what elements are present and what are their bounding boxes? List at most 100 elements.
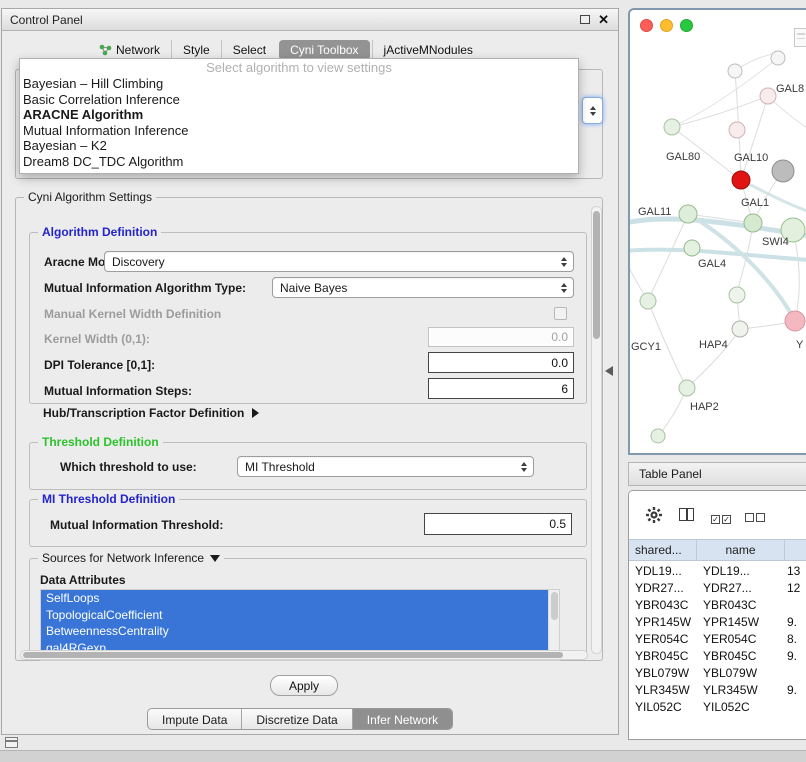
cell[interactable]: YBR045C — [697, 648, 785, 665]
cell[interactable]: YIL052C — [629, 699, 697, 716]
float-window-icon[interactable] — [580, 15, 590, 24]
cell[interactable]: YER054C — [629, 631, 697, 648]
settings-horizontal-scrollbar-thumb[interactable] — [23, 652, 563, 658]
node-hap2[interactable] — [679, 380, 695, 396]
cell[interactable]: 13 — [785, 563, 806, 580]
settings-vertical-scrollbar-thumb[interactable] — [593, 211, 600, 339]
attr-item-selfloops[interactable]: SelfLoops — [41, 590, 548, 607]
cell[interactable]: YDL19... — [629, 563, 697, 580]
tab-jactivemnodules[interactable]: jActiveMNodules — [372, 40, 484, 60]
cell[interactable] — [785, 699, 806, 716]
popup-item-bayesian-hill[interactable]: Bayesian – Hill Climbing — [20, 76, 578, 92]
mi-steps-input[interactable] — [428, 378, 574, 399]
cell[interactable]: 9. — [785, 682, 806, 699]
node[interactable] — [651, 429, 665, 443]
cell[interactable]: YPR145W — [629, 614, 697, 631]
attr-list-scrollbar-thumb[interactable] — [551, 592, 558, 620]
tab-style-label: Style — [183, 43, 210, 57]
manual-kernel-checkbox — [554, 307, 567, 320]
node-gal11[interactable] — [679, 205, 697, 223]
node[interactable] — [771, 51, 785, 65]
label-gcy1: GCY1 — [631, 341, 661, 353]
popup-item-aracne[interactable]: ARACNE Algorithm — [20, 107, 578, 123]
table-row[interactable]: YDL19... YDL19... 13 — [629, 563, 806, 580]
node-gal10-gray[interactable] — [772, 160, 794, 182]
collapse-down-icon[interactable] — [210, 555, 220, 562]
tab-network[interactable]: Network — [88, 40, 171, 60]
table-row[interactable]: YER054C YER054C 8. — [629, 631, 806, 648]
select-all-checkboxes-icon[interactable]: ✓✓ — [711, 511, 733, 525]
mi-type-combobox[interactable]: Naive Bayes — [272, 277, 574, 298]
node-red[interactable] — [732, 171, 750, 189]
cell[interactable]: YER054C — [697, 631, 785, 648]
popup-item-bayesian-k2[interactable]: Bayesian – K2 — [20, 138, 578, 154]
popup-item-dream8[interactable]: Dream8 DC_TDC Algorithm — [20, 154, 578, 170]
tab-impute-data[interactable]: Impute Data — [148, 709, 241, 729]
cell[interactable]: YBR043C — [697, 597, 785, 614]
column-header-name[interactable]: name — [697, 540, 785, 560]
popup-item-mutual-information[interactable]: Mutual Information Inference — [20, 123, 578, 139]
table-row[interactable]: YLR345W YLR345W 9. — [629, 682, 806, 699]
splitpane-collapse-icon[interactable] — [605, 366, 613, 376]
mi-threshold-input[interactable] — [424, 513, 572, 535]
cell[interactable]: 12 — [785, 580, 806, 597]
cell[interactable]: 8. — [785, 631, 806, 648]
attr-item-topologicalcoefficient[interactable]: TopologicalCoefficient — [41, 607, 548, 624]
tab-select[interactable]: Select — [221, 40, 277, 60]
aracne-mode-combobox[interactable]: Discovery — [104, 251, 574, 272]
cell[interactable]: YLR345W — [697, 682, 785, 699]
cell[interactable] — [785, 597, 806, 614]
popup-item-basic-correlation[interactable]: Basic Correlation Inference — [20, 92, 578, 108]
node-gal4[interactable] — [684, 240, 700, 256]
control-panel-titlebar[interactable]: Control Panel ✕ — [2, 9, 618, 31]
node[interactable] — [729, 287, 745, 303]
settings-vertical-scrollbar[interactable] — [591, 206, 602, 654]
table-row[interactable]: YDR27... YDR27... 12 — [629, 580, 806, 597]
column-header-shared[interactable]: shared... — [629, 540, 697, 560]
table-row[interactable]: YIL052C YIL052C — [629, 699, 806, 716]
node[interactable] — [664, 119, 680, 135]
node[interactable] — [728, 64, 742, 78]
tab-discretize-data[interactable]: Discretize Data — [241, 709, 351, 729]
node-pink[interactable] — [785, 311, 805, 331]
cell[interactable]: 9. — [785, 614, 806, 631]
table-row[interactable]: YBR045C YBR045C 9. — [629, 648, 806, 665]
close-icon[interactable]: ✕ — [598, 12, 609, 28]
table-panel-titlebar[interactable]: Table Panel — [628, 462, 806, 486]
cell[interactable]: YLR345W — [629, 682, 697, 699]
table-row[interactable]: YBR043C YBR043C — [629, 597, 806, 614]
node-gal1-green[interactable] — [744, 214, 762, 232]
columns-icon[interactable] — [679, 508, 694, 521]
node[interactable] — [640, 293, 656, 309]
cell[interactable]: YDR27... — [697, 580, 785, 597]
minimized-panel-icon[interactable] — [5, 737, 18, 748]
column-header-cut[interactable] — [785, 540, 806, 560]
table-row[interactable]: YBL079W YBL079W — [629, 665, 806, 682]
node[interactable] — [760, 88, 776, 104]
algorithm-combobox-arrows[interactable] — [582, 97, 603, 124]
tab-infer-network[interactable]: Infer Network — [352, 709, 452, 729]
hub-definition-toggle[interactable]: Hub/Transcription Factor Definition — [43, 406, 259, 420]
cell[interactable] — [785, 665, 806, 682]
deselect-all-checkboxes-icon[interactable] — [745, 511, 767, 525]
dpi-tolerance-input[interactable] — [428, 352, 574, 373]
cell[interactable]: YBR043C — [629, 597, 697, 614]
tab-style[interactable]: Style — [171, 40, 221, 60]
cell[interactable]: YDR27... — [629, 580, 697, 597]
table-row[interactable]: YPR145W YPR145W 9. — [629, 614, 806, 631]
node[interactable] — [729, 122, 745, 138]
cell[interactable]: YDL19... — [697, 563, 785, 580]
node[interactable] — [732, 321, 748, 337]
gear-icon[interactable] — [645, 506, 663, 524]
attr-item-betweennesscentrality[interactable]: BetweennessCentrality — [41, 623, 548, 640]
cell[interactable]: 9. — [785, 648, 806, 665]
cell[interactable]: YBL079W — [697, 665, 785, 682]
which-threshold-combobox[interactable]: MI Threshold — [237, 456, 534, 477]
cell[interactable]: YBR045C — [629, 648, 697, 665]
tab-cyni-toolbox[interactable]: Cyni Toolbox — [279, 40, 369, 60]
apply-button[interactable]: Apply — [270, 675, 338, 696]
cell[interactable]: YPR145W — [697, 614, 785, 631]
cell[interactable]: YBL079W — [629, 665, 697, 682]
cell[interactable]: YIL052C — [697, 699, 785, 716]
settings-horizontal-scrollbar[interactable] — [20, 650, 588, 660]
